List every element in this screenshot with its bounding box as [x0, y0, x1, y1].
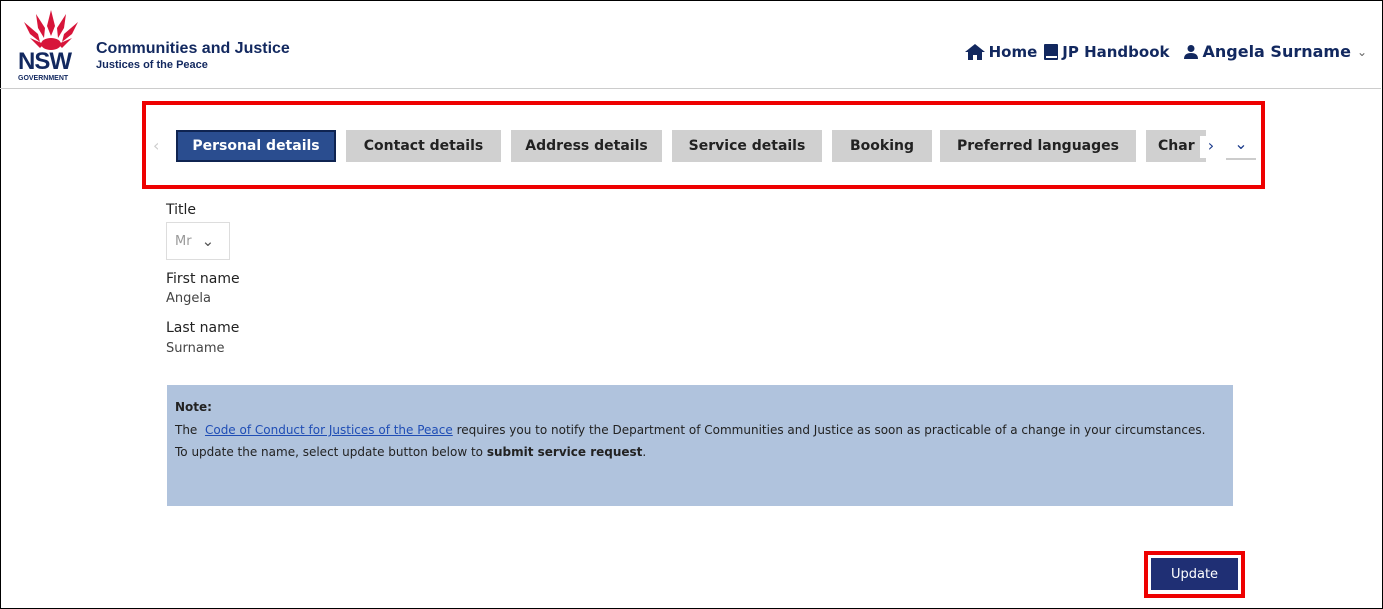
nsw-government-logo[interactable]: NSW GOVERNMENT: [14, 8, 88, 84]
first-name-value: Angela: [166, 291, 211, 306]
tab-booking[interactable]: Booking: [832, 130, 932, 162]
title-select[interactable]: Mr ⌄: [166, 222, 230, 260]
user-menu[interactable]: Angela Surname ⌄: [1183, 42, 1367, 61]
code-of-conduct-link[interactable]: Code of Conduct for Justices of the Peac…: [205, 423, 453, 437]
org-name: Communities and Justice: [96, 40, 290, 57]
org-subtitle: Justices of the Peace: [96, 59, 208, 71]
tab-preferred-languages[interactable]: Preferred languages: [940, 130, 1136, 162]
user-icon: [1184, 44, 1199, 59]
tab-changes[interactable]: Char: [1146, 130, 1206, 162]
note-title: Note:: [175, 400, 212, 414]
org-title-block: Communities and Justice Justices of the …: [96, 40, 290, 71]
last-name-label: Last name: [166, 320, 240, 336]
home-link[interactable]: Home: [964, 42, 1038, 61]
note-paragraph: The Code of Conduct for Justices of the …: [175, 419, 1225, 441]
note-instruction: To update the name, select update button…: [175, 441, 1225, 463]
home-link-label: Home: [988, 42, 1038, 61]
note-line1-prefix: The: [175, 423, 198, 437]
chevron-down-icon: ⌄: [1356, 44, 1367, 59]
tab-contact-details[interactable]: Contact details: [346, 130, 501, 162]
logo-government-text: GOVERNMENT: [18, 75, 69, 82]
update-button[interactable]: Update: [1151, 558, 1238, 590]
note-line2-suffix: .: [642, 445, 647, 459]
chevron-down-icon: ⌄: [201, 232, 215, 250]
top-navigation: Home JP Handbook Angela Surname ⌄: [964, 42, 1367, 61]
home-icon: [964, 43, 985, 60]
tab-service-details[interactable]: Service details: [672, 130, 822, 162]
site-header: NSW GOVERNMENT Communities and Justice J…: [0, 0, 1381, 89]
first-name-label: First name: [166, 271, 240, 287]
note-line1-suffix: requires you to notify the Department of…: [452, 423, 1206, 437]
book-icon: [1044, 43, 1059, 60]
title-select-value: Mr: [175, 233, 192, 249]
note-box: Note: The Code of Conduct for Justices o…: [167, 385, 1233, 506]
profile-tabs: Personal details Contact details Address…: [150, 130, 1260, 162]
note-line2-prefix: To update the name, select update button…: [175, 445, 487, 459]
tab-personal-details[interactable]: Personal details: [176, 130, 336, 162]
tabs-menu-chevron-down-icon[interactable]: ⌄: [1226, 134, 1256, 160]
jp-handbook-label: JP Handbook: [1062, 42, 1170, 61]
tab-address-details[interactable]: Address details: [511, 130, 662, 162]
title-label: Title: [166, 202, 197, 218]
tabs-scroll-right-icon[interactable]: ›: [1200, 136, 1222, 158]
user-name: Angela Surname: [1202, 42, 1351, 61]
last-name-value: Surname: [166, 341, 225, 356]
note-line2-bold: submit service request: [486, 445, 643, 459]
logo-nsw-text: NSW: [18, 48, 72, 75]
jp-handbook-link[interactable]: JP Handbook: [1043, 43, 1169, 61]
